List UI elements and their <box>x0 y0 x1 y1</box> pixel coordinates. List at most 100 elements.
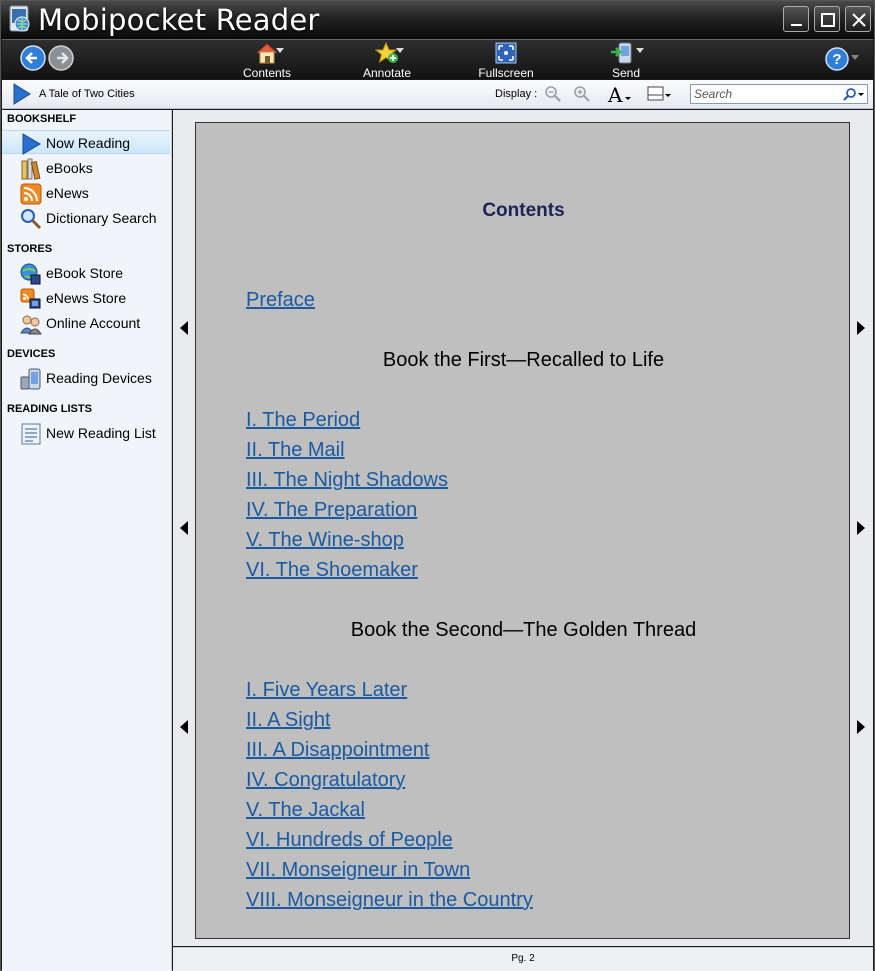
toc-link[interactable]: V. The Jackal <box>246 799 365 822</box>
previous-page-arrow-icon[interactable] <box>179 719 189 735</box>
toc-link[interactable]: I. Five Years Later <box>246 679 407 702</box>
section-stores: STORES <box>7 243 53 255</box>
next-page-arrow-icon[interactable] <box>856 719 866 735</box>
contents-dropdown-icon[interactable] <box>276 48 284 53</box>
send-device-icon <box>611 42 632 64</box>
sidebar: BOOKSHELF Now Reading eBooks eNews Dicti… <box>2 110 172 971</box>
rss-icon <box>20 183 42 205</box>
devices-icon <box>20 368 41 390</box>
sidebar-item-label: eNews <box>46 185 89 201</box>
annotate-button[interactable]: Annotate <box>358 40 416 80</box>
fullscreen-button[interactable]: Fullscreen <box>476 40 536 80</box>
now-reading-play-icon <box>13 83 31 105</box>
sidebar-item-enews-store[interactable]: eNews Store <box>2 286 170 310</box>
star-plus-icon <box>375 42 398 64</box>
toc-link[interactable]: I. The Period <box>246 409 360 432</box>
send-dropdown-icon[interactable] <box>636 48 644 53</box>
back-arrow-icon[interactable] <box>20 45 46 71</box>
toc-link[interactable]: VI. Hundreds of People <box>246 829 453 852</box>
minimize-button[interactable] <box>783 6 809 32</box>
fullscreen-label: Fullscreen <box>478 66 534 80</box>
title-bar[interactable]: Mobipocket Reader <box>1 1 874 39</box>
users-icon <box>20 315 42 335</box>
toc-link-preface[interactable]: Preface <box>246 289 315 312</box>
page-number: Pg. 2 <box>511 953 535 964</box>
toc-link[interactable]: VI. The Shoemaker <box>246 559 418 582</box>
main-toolbar: Contents Annotate Fullscreen Send ? <box>2 39 873 80</box>
rss-globe-icon <box>20 288 41 309</box>
toc-link[interactable]: III. The Night Shadows <box>246 469 448 492</box>
svg-text:?: ? <box>832 51 841 68</box>
sidebar-item-ebooks[interactable]: eBooks <box>2 156 170 180</box>
fullscreen-icon <box>495 42 517 64</box>
annotate-dropdown-icon[interactable] <box>396 48 404 53</box>
svg-text:A: A <box>607 83 623 105</box>
toc-link[interactable]: II. The Mail <box>246 439 345 462</box>
book-page: Contents Preface Book the First—Recalled… <box>195 122 850 939</box>
previous-page-arrow-icon[interactable] <box>179 520 189 536</box>
magnifier-icon <box>21 209 42 230</box>
sidebar-item-label: eBook Store <box>46 265 124 281</box>
window-title: Mobipocket Reader <box>38 3 320 37</box>
toc-link[interactable]: VIII. Monseigneur in the Country <box>246 889 533 912</box>
font-size-icon[interactable]: A <box>607 83 633 105</box>
sidebar-item-now-reading[interactable]: Now Reading <box>2 130 170 155</box>
address-bar: A Tale of Two Cities Display : A <box>2 80 873 109</box>
display-label: Display : <box>495 88 538 100</box>
sidebar-item-label: Dictionary Search <box>46 210 157 226</box>
status-bar: Pg. 2 <box>173 947 873 971</box>
layout-icon[interactable] <box>647 85 673 103</box>
sidebar-item-label: eBooks <box>46 160 93 176</box>
sidebar-item-reading-devices[interactable]: Reading Devices <box>2 366 170 390</box>
contents-heading: Contents <box>482 200 565 221</box>
next-page-arrow-icon[interactable] <box>856 520 866 536</box>
forward-arrow-icon[interactable] <box>48 45 74 71</box>
sidebar-item-ebook-store[interactable]: eBook Store <box>2 261 170 285</box>
sidebar-item-online-account[interactable]: Online Account <box>2 311 170 335</box>
close-icon <box>852 13 866 27</box>
toc-link[interactable]: II. A Sight <box>246 709 331 732</box>
globe-book-icon <box>20 263 41 285</box>
books-icon <box>21 158 41 180</box>
send-button[interactable]: Send <box>608 40 644 80</box>
maximize-button[interactable] <box>814 6 840 32</box>
play-icon <box>22 133 41 155</box>
sidebar-item-enews[interactable]: eNews <box>2 181 170 205</box>
sidebar-item-label: eNews Store <box>46 290 127 306</box>
sidebar-item-new-reading-list[interactable]: New Reading List <box>2 421 170 445</box>
help-icon[interactable]: ? <box>825 47 851 73</box>
zoom-out-icon[interactable] <box>544 85 562 103</box>
maximize-icon <box>821 13 835 27</box>
previous-page-arrow-icon[interactable] <box>179 320 189 336</box>
close-button[interactable] <box>845 6 871 32</box>
toc-link[interactable]: IV. The Preparation <box>246 499 417 522</box>
sidebar-item-label: Online Account <box>46 315 141 331</box>
contents-button[interactable]: Contents <box>238 40 296 80</box>
sidebar-item-label: Reading Devices <box>46 370 152 386</box>
sidebar-item-label: New Reading List <box>46 425 156 441</box>
toc-link[interactable]: V. The Wine-shop <box>246 529 404 552</box>
zoom-in-icon[interactable] <box>573 85 591 103</box>
book-title: A Tale of Two Cities <box>39 88 135 100</box>
search-box <box>690 84 868 104</box>
toc-link[interactable]: III. A Disappointment <box>246 739 429 762</box>
annotate-label: Annotate <box>362 66 412 80</box>
section-bookshelf: BOOKSHELF <box>7 113 77 125</box>
next-page-arrow-icon[interactable] <box>856 320 866 336</box>
book-two-title: Book the Second—The Golden Thread <box>350 619 697 641</box>
toc-link[interactable]: VII. Monseigneur in Town <box>246 859 470 882</box>
section-reading-lists: READING LISTS <box>7 403 92 415</box>
list-icon <box>21 423 41 445</box>
toc-link[interactable]: IV. Congratulatory <box>246 769 405 792</box>
home-icon <box>256 43 278 64</box>
search-input[interactable] <box>694 86 834 102</box>
section-devices: DEVICES <box>7 348 56 360</box>
sidebar-item-label: Now Reading <box>46 135 131 151</box>
app-logo-icon <box>9 5 30 32</box>
help-dropdown-icon[interactable] <box>851 55 859 60</box>
book-one-title: Book the First—Recalled to Life <box>382 349 665 371</box>
search-icon[interactable] <box>843 87 867 102</box>
sidebar-item-dictionary-search[interactable]: Dictionary Search <box>2 206 170 230</box>
reading-area: Contents Preface Book the First—Recalled… <box>173 110 873 946</box>
minimize-icon <box>791 24 802 26</box>
